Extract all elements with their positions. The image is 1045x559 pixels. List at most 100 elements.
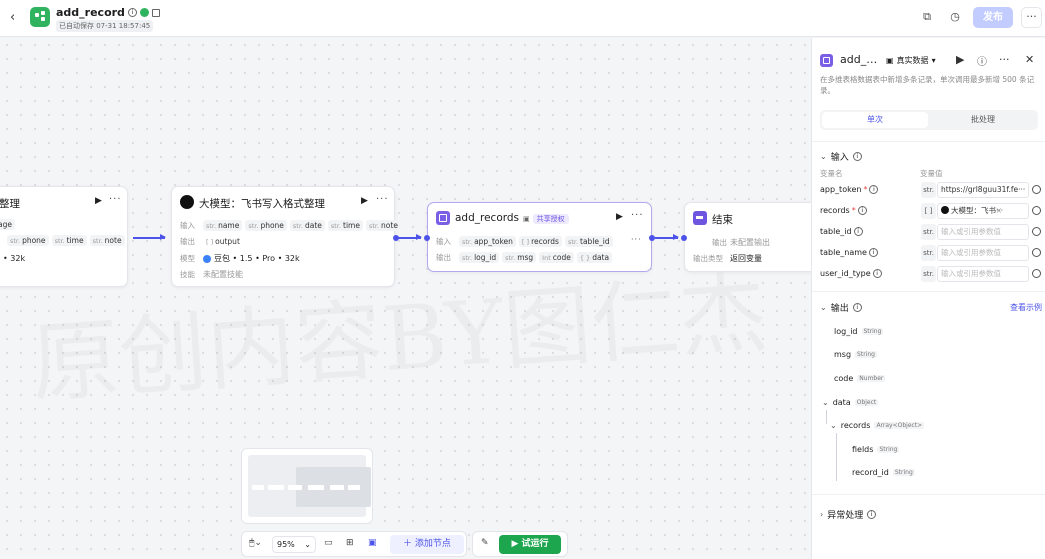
chevron-down-icon: ⌄ (822, 398, 829, 407)
more-button[interactable]: ··· (1021, 7, 1042, 28)
more-icon[interactable]: ··· (376, 194, 389, 205)
info-icon[interactable]: i (867, 510, 877, 519)
end-icon (693, 211, 707, 225)
input-row-table-name: table_name i str. 输入或引用参数值 (820, 245, 1042, 263)
type-badge[interactable]: str. (921, 182, 936, 198)
type-badge[interactable]: str. (921, 224, 936, 240)
history-icon[interactable]: ◷ (948, 10, 962, 24)
info-icon[interactable]: i (852, 152, 862, 161)
var-tag: str. time (51, 235, 87, 246)
tab-single[interactable]: 单次 (822, 112, 928, 128)
info-icon[interactable]: i (852, 303, 862, 312)
reference-icon[interactable] (1032, 248, 1041, 257)
node-add-records[interactable]: add_records ▣ 共享授权 ▶ ··· 输入 str. app_token … (424, 202, 655, 272)
var-tag: str. phone (7, 235, 49, 246)
output-item-records[interactable]: ⌄ records Array<Object> (830, 421, 925, 430)
input-row-records: records * i [ ] 大模型：飞书··· × (820, 203, 1042, 221)
page-title: add_record i (56, 6, 160, 19)
table-name-input[interactable]: 输入或引用参数值 (937, 245, 1029, 261)
help-icon[interactable]: ⓘ (977, 53, 987, 68)
output-section-header[interactable]: ⌄ 输出 i (820, 301, 862, 314)
view-sample-link[interactable]: 查看示例 (1010, 302, 1042, 313)
skill-label: 技能 (180, 270, 195, 279)
minimap[interactable] (241, 448, 373, 524)
info-icon[interactable]: i (868, 248, 878, 257)
info-icon[interactable]: i (869, 185, 879, 194)
model-value: 豆包 • 1.5 • Pro • 32k (214, 254, 300, 263)
copy-icon[interactable]: ⧉ (920, 10, 934, 24)
reference-icon[interactable] (1032, 185, 1041, 194)
node-llm[interactable]: 大模型：飞书写入格式整理 ▶ ··· 输入 str. name str. phone… (171, 186, 401, 287)
doubao-icon (203, 254, 211, 263)
more-icon[interactable]: ··· (631, 210, 644, 221)
reference-icon[interactable] (1032, 206, 1041, 215)
app-token-input[interactable]: https://grl8guu31f.fe··· (937, 182, 1029, 198)
input-port[interactable] (681, 235, 687, 241)
info-icon[interactable]: i (127, 8, 137, 17)
run-node-icon[interactable]: ▶ (361, 196, 368, 206)
publish-button[interactable]: 发布 (973, 7, 1013, 28)
chevron-down-icon: ⌄ (830, 421, 837, 430)
model-label: 模型 (180, 254, 195, 263)
more-inputs-icon: ··· (631, 235, 642, 244)
output-item-data[interactable]: ⌄ data Object (822, 398, 879, 407)
output-label: 输出 (436, 253, 451, 262)
llm-icon (180, 195, 194, 209)
input-row-user-id-type: user_id_type i str. 输入或引用参数值 (820, 266, 1042, 284)
records-input[interactable]: 大模型：飞书··· × (937, 203, 1029, 219)
type-badge[interactable]: [ ] (921, 203, 936, 219)
reference-icon[interactable] (1032, 227, 1041, 236)
card-icon: ▣ (886, 56, 894, 65)
plugin-icon (820, 54, 833, 67)
type-badge[interactable]: str. (921, 245, 936, 261)
tab-batch[interactable]: 批处理 (930, 112, 1036, 128)
panel-description: 在多维表格数据表中新增多条记录，单次调用最多新增 500 条记录。 (820, 75, 1035, 95)
run-node-icon[interactable]: ▶ (616, 212, 623, 222)
close-icon[interactable]: ✕ (1025, 53, 1034, 66)
comment-icon[interactable]: ▭ (324, 538, 333, 548)
output-label: 输出 (712, 238, 727, 247)
run-icon[interactable]: ▶ (956, 53, 964, 66)
mouse-mode-icon[interactable]: 🖱︎⌄ (249, 538, 262, 548)
chevron-down-icon: ⌄ (304, 540, 311, 549)
edge-arrow (398, 234, 422, 240)
more-icon[interactable]: ··· (999, 53, 1010, 66)
debug-icon[interactable]: ✎ (481, 538, 489, 548)
info-icon[interactable]: i (853, 227, 863, 236)
add-node-button[interactable]: ＋ 添加节点 (390, 535, 464, 554)
input-row-table-id: table_id i str. 输入或引用参数值 (820, 224, 1042, 242)
node-end[interactable]: 结束 输出 未配置输出 输出类型 返回变量 (681, 202, 811, 272)
clear-icon[interactable]: × (996, 204, 1002, 218)
info-icon[interactable]: i (872, 269, 882, 278)
workflow-app-icon (30, 7, 50, 27)
type-badge[interactable]: str. (921, 266, 936, 282)
edit-icon[interactable] (151, 8, 160, 17)
panel-title[interactable]: add_… (840, 53, 877, 66)
card-icon: ▣ (523, 215, 530, 223)
share-auth-badge[interactable]: 共享授权 (532, 214, 569, 224)
reference-icon[interactable] (1032, 269, 1041, 278)
exception-section-header[interactable]: › 异常处理 i (820, 508, 877, 521)
more-icon[interactable]: ··· (109, 194, 122, 205)
minimap-toggle-icon[interactable]: ▣ (368, 538, 377, 548)
node-title: 结束 (712, 214, 733, 226)
output-value: 未配置输出 (730, 238, 770, 247)
user-id-type-input[interactable]: 输入或引用参数值 (937, 266, 1029, 282)
node-previous[interactable]: 整理 ▶ ··· age str. phone str. time str. note… (0, 186, 128, 287)
input-port[interactable] (424, 235, 430, 241)
back-icon[interactable]: ‹ (10, 10, 15, 25)
plugin-icon (436, 211, 450, 225)
info-icon[interactable]: i (857, 206, 867, 215)
workflow-canvas[interactable]: 原创内容BY图仁杰 整理 ▶ ··· age str.phone str.tim… (0, 38, 811, 559)
table-id-input[interactable]: 输入或引用参数值 (937, 224, 1029, 240)
run-node-icon[interactable]: ▶ (95, 196, 102, 206)
canvas-toolbar: 🖱︎⌄ 95% ⌄ ▭ ⊞ ▣ ＋ 添加节点 (241, 531, 467, 557)
real-data-select[interactable]: ▣ 真实数据 ▾ (886, 55, 936, 66)
chevron-down-icon: ⌄ (820, 303, 827, 312)
test-run-button[interactable]: ▶ 试运行 (499, 535, 561, 554)
layout-icon[interactable]: ⊞ (346, 538, 354, 548)
input-section-header[interactable]: ⌄ 输入 i (820, 150, 862, 163)
zoom-select[interactable]: 95% ⌄ (272, 536, 316, 553)
llm-icon (941, 206, 949, 214)
input-label: 输入 (180, 221, 195, 230)
